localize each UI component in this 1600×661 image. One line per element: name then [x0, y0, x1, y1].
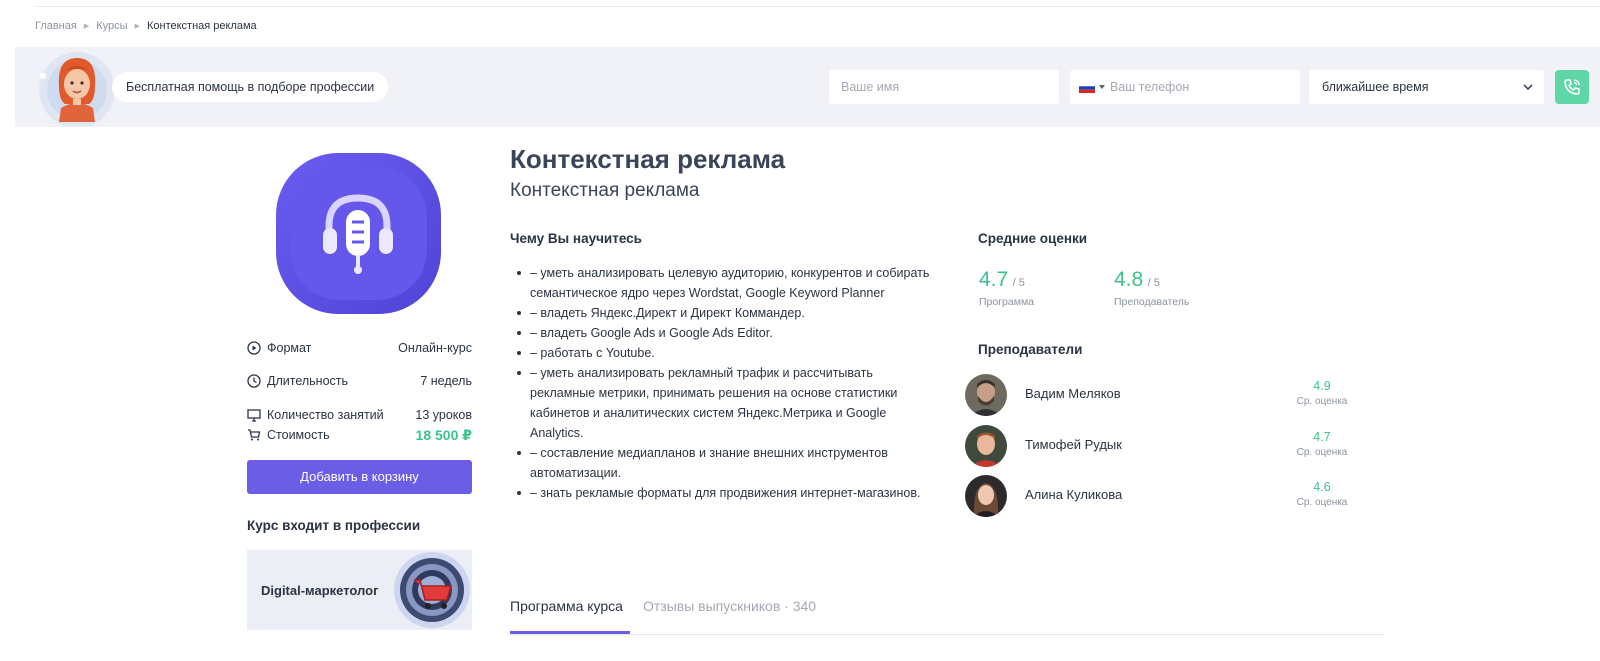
list-item: – владеть Яндекс.Директ и Директ Комманд…	[510, 303, 940, 323]
help-bar: Бесплатная помощь в подборе профессии Ва…	[15, 47, 1600, 127]
monitor-icon	[247, 409, 261, 422]
rating-label: Программа	[979, 296, 1035, 308]
tab-program[interactable]: Программа курса	[510, 598, 623, 614]
teacher-name[interactable]: Алина Куликова	[1025, 487, 1122, 502]
help-text: Бесплатная помощь в подборе профессии	[112, 72, 389, 102]
prop-label: Формат	[267, 341, 312, 355]
phone-input[interactable]: Ваш телефон	[1070, 70, 1300, 104]
phone-placeholder: Ваш телефон	[1110, 80, 1190, 94]
prop-value: 13 уроков	[415, 408, 472, 422]
name-input[interactable]: Ваше имя	[829, 70, 1059, 104]
top-divider	[35, 6, 1600, 7]
teacher-score-label: Ср. оценка	[1296, 447, 1348, 458]
prop-label: Длительность	[267, 374, 349, 388]
teacher-card[interactable]: Тимофей Рудык 4.7 Ср. оценка	[965, 425, 1385, 469]
teacher-name[interactable]: Тимофей Рудык	[1025, 437, 1122, 452]
page-title: Контекстная реклама	[510, 144, 786, 174]
country-caret-icon[interactable]	[1099, 85, 1105, 89]
teachers-title: Преподаватели	[978, 342, 1083, 357]
rating-scale: / 5	[1012, 277, 1025, 289]
prop-lessons: Количество занятий 13 уроков	[247, 405, 472, 425]
prop-value: 7 недель	[420, 374, 472, 388]
list-item: – составление медиапланов и знание внешн…	[510, 443, 940, 483]
teacher-card[interactable]: Алина Куликова 4.6 Ср. оценка	[965, 475, 1385, 519]
add-to-cart-button[interactable]: Добавить в корзину	[247, 460, 472, 494]
prop-label: Количество занятий	[267, 408, 384, 422]
call-button[interactable]	[1555, 70, 1589, 104]
teacher-rating: 4.8 / 5 Преподаватель	[1114, 268, 1189, 308]
teacher-score: 4.6 Ср. оценка	[1287, 480, 1357, 508]
profession-name: Digital-маркетолог	[261, 583, 379, 598]
clock-icon	[247, 374, 261, 388]
consultant-avatar-icon	[39, 52, 115, 126]
learn-list: – уметь анализировать целевую аудиторию,…	[510, 263, 940, 503]
prop-format: Формат Онлайн-курс	[247, 338, 472, 358]
avatar[interactable]	[965, 475, 1007, 517]
time-select-value: ближайшее время	[1322, 80, 1429, 94]
rating-label: Преподаватель	[1114, 296, 1190, 308]
prop-value: Онлайн-курс	[398, 341, 472, 355]
rating-value: 4.7	[979, 268, 1009, 291]
cart-icon	[248, 429, 261, 441]
chevron-down-icon	[1523, 84, 1533, 91]
prop-label: Стоимость	[267, 428, 330, 442]
teacher-score-value: 4.9	[1313, 379, 1331, 393]
tab-reviews[interactable]: Отзывы выпускников · 340	[643, 598, 816, 614]
profession-card[interactable]: Digital-маркетолог	[247, 550, 472, 630]
teacher-score: 4.7 Ср. оценка	[1287, 430, 1357, 458]
teacher-score: 4.9 Ср. оценка	[1287, 379, 1357, 407]
list-item: – уметь анализировать рекламный трафик и…	[510, 363, 940, 443]
teacher-score-value: 4.6	[1313, 480, 1331, 494]
avatar[interactable]	[965, 374, 1007, 416]
breadcrumb: Главная ▶ Курсы ▶ Контекстная реклама	[35, 20, 257, 32]
play-circle-icon	[247, 341, 261, 355]
professions-title: Курс входит в профессии	[247, 518, 421, 533]
ratings-title: Средние оценки	[978, 231, 1088, 246]
breadcrumb-home[interactable]: Главная	[35, 20, 77, 32]
list-item: – владеть Google Ads и Google Ads Editor…	[510, 323, 940, 343]
page-subtitle: Контекстная реклама	[510, 180, 700, 201]
breadcrumb-current: Контекстная реклама	[146, 20, 257, 32]
teacher-name[interactable]: Вадим Меляков	[1025, 386, 1121, 401]
list-item: – уметь анализировать целевую аудиторию,…	[510, 263, 940, 303]
teacher-score-label: Ср. оценка	[1296, 497, 1348, 508]
prop-price: Стоимость 18 500 ₽	[247, 425, 472, 445]
list-item: – знать рекламые форматы для продвижения…	[510, 483, 940, 503]
learn-title: Чему Вы научитесь	[510, 231, 642, 246]
rating-value: 4.8	[1114, 268, 1144, 291]
phone-icon	[1564, 79, 1580, 95]
avatar[interactable]	[965, 425, 1007, 467]
breadcrumb-separator-icon: ▶	[134, 23, 140, 30]
list-item: – работать с Youtube.	[510, 343, 940, 363]
russia-flag-icon[interactable]	[1079, 83, 1095, 93]
headset-microphone-icon	[276, 153, 441, 314]
prop-duration: Длительность 7 недель	[247, 371, 472, 391]
breadcrumb-separator-icon: ▶	[83, 23, 90, 30]
teacher-card[interactable]: Вадим Меляков 4.9 Ср. оценка	[965, 374, 1385, 418]
teacher-score-label: Ср. оценка	[1296, 396, 1348, 407]
rating-scale: / 5	[1147, 277, 1160, 289]
teacher-score-value: 4.7	[1313, 430, 1331, 444]
program-rating: 4.7 / 5 Программа	[979, 268, 1034, 308]
tabs: Программа курса Отзывы выпускников · 340	[510, 590, 1384, 635]
active-tab-indicator	[510, 631, 630, 634]
time-select[interactable]: ближайшее время	[1309, 70, 1544, 104]
breadcrumb-courses[interactable]: Курсы	[96, 20, 127, 32]
shopping-cart-spiral-icon	[394, 552, 470, 628]
price-value: 18 500 ₽	[415, 426, 472, 443]
